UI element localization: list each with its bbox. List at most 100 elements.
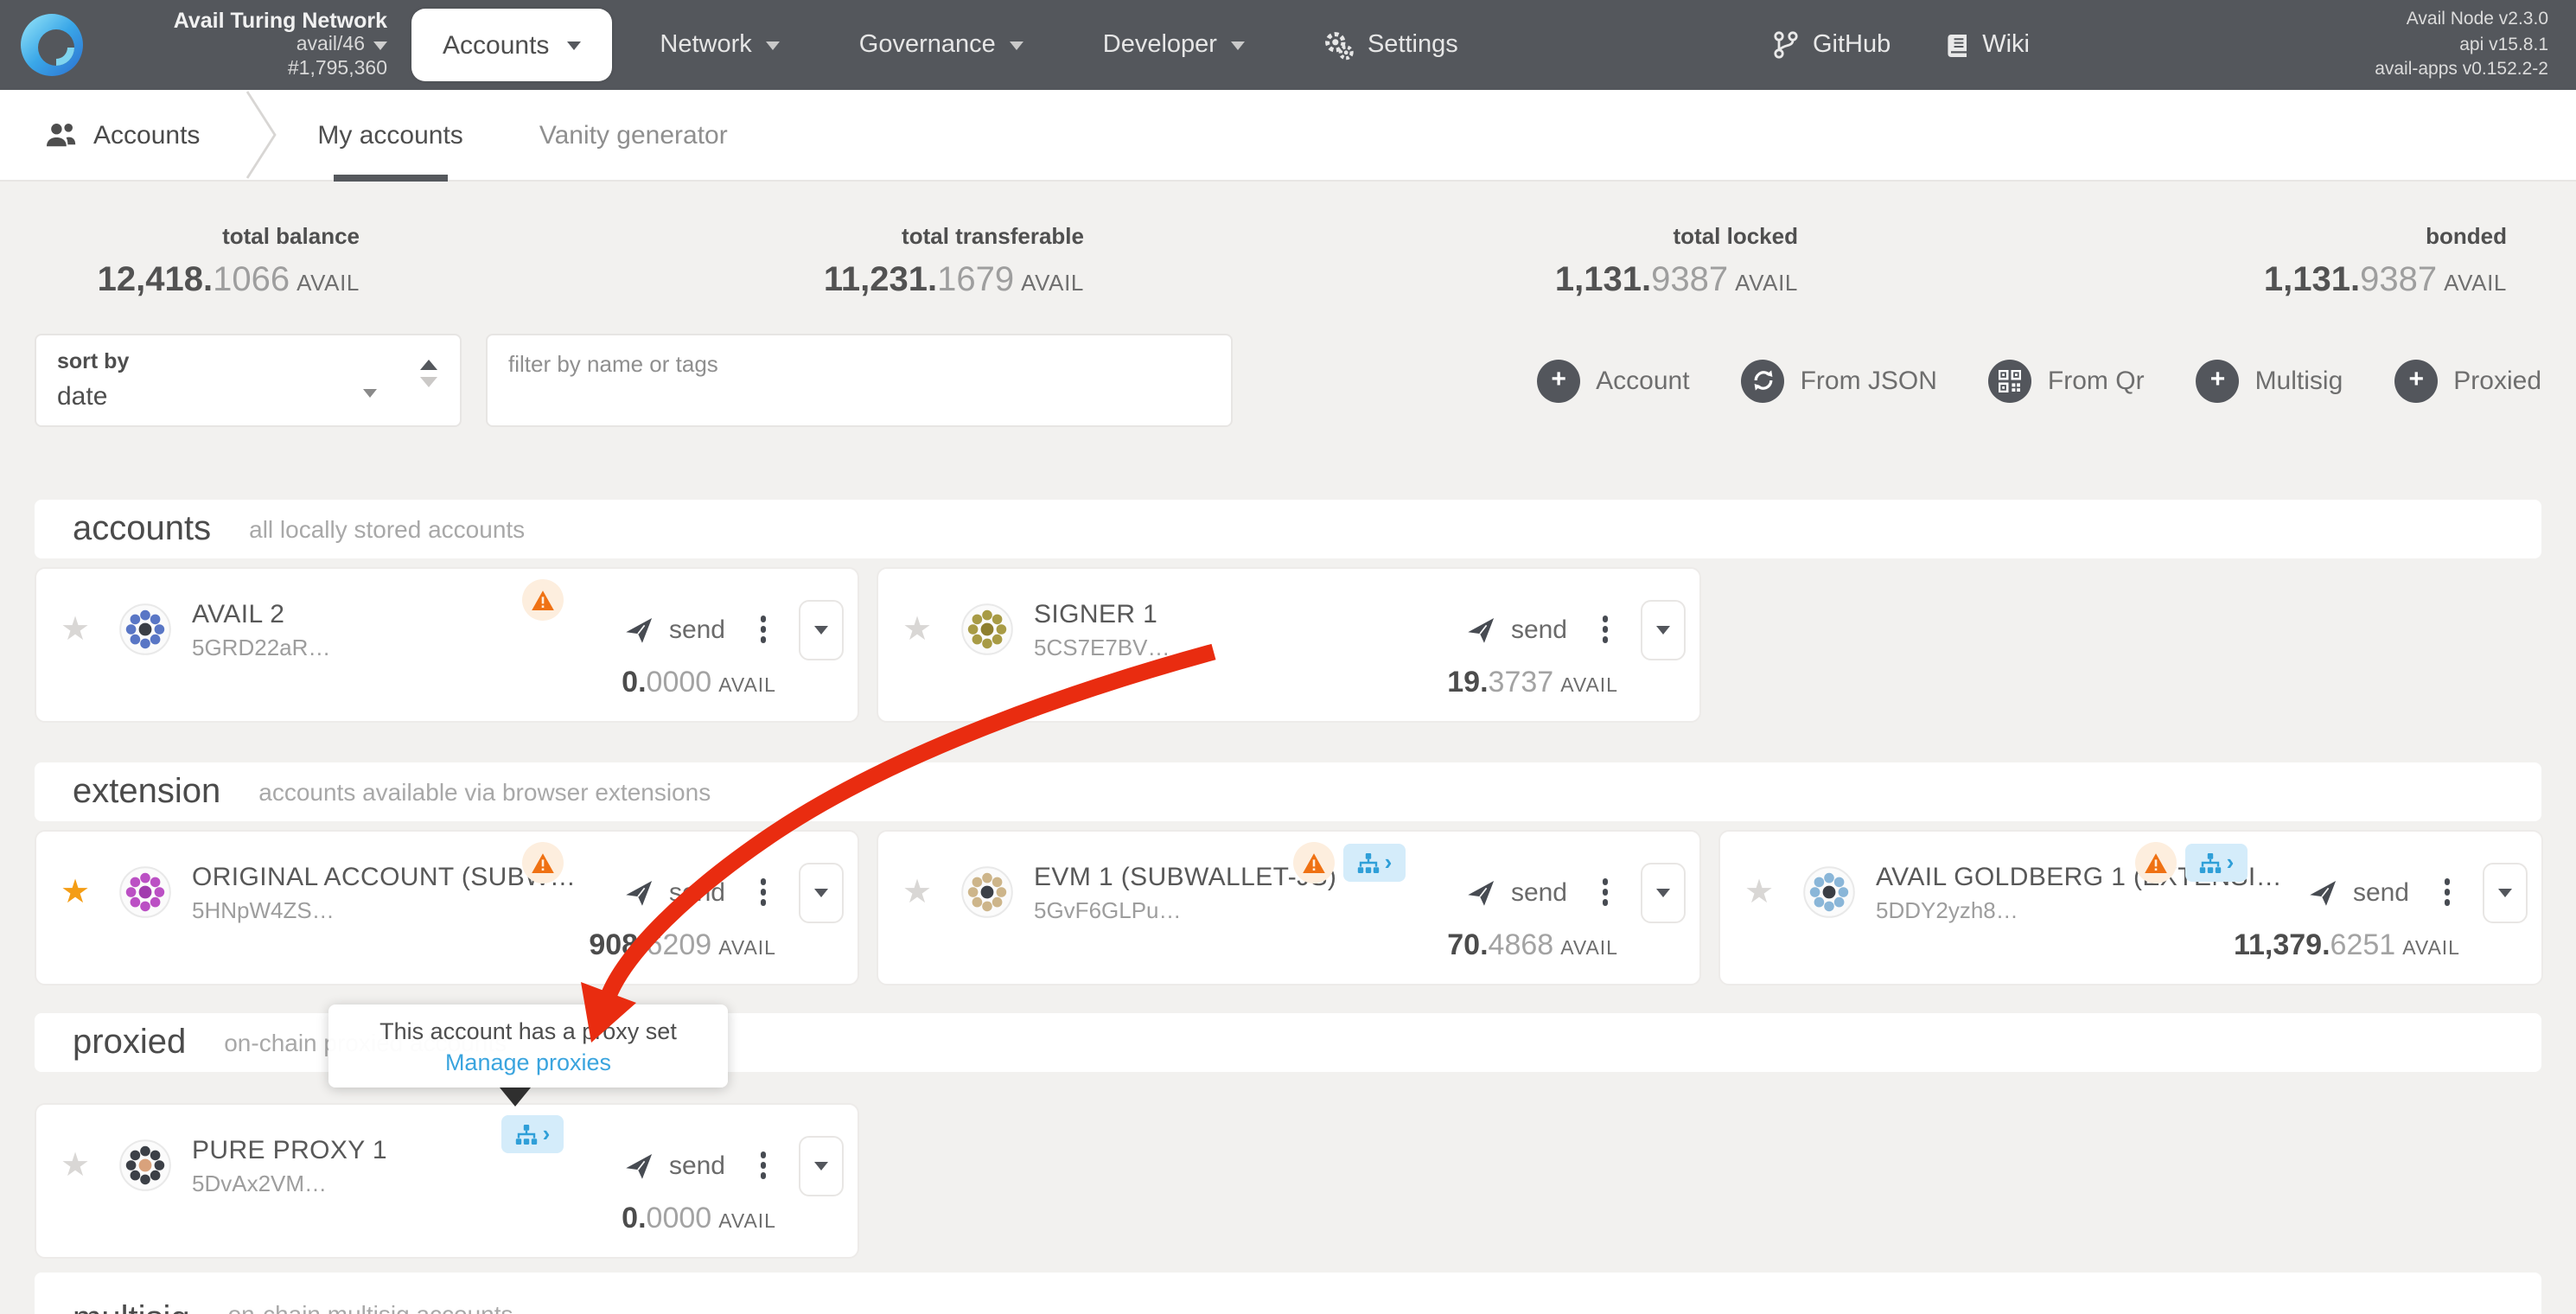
proxy-badge[interactable]: › xyxy=(501,1115,564,1153)
action-button[interactable]: + xyxy=(1989,359,2145,402)
tab[interactable]: My accounts xyxy=(317,90,462,180)
account-identicon[interactable] xyxy=(961,603,1013,655)
wiki-link[interactable]: Wiki xyxy=(1946,31,2030,59)
github-link[interactable]: GitHub xyxy=(1775,31,1891,59)
favorite-star-icon[interactable]: ★ xyxy=(902,876,944,909)
action-icon-circle: + xyxy=(1537,359,1580,402)
more-menu-button[interactable] xyxy=(755,874,771,911)
account-identicon[interactable] xyxy=(961,866,1013,918)
account-card-toprow: ★ AVAIL 2 5GRD22aR… send xyxy=(36,569,858,669)
nav-item[interactable]: Developer xyxy=(1103,31,1245,59)
section-header: accounts all locally stored accounts xyxy=(35,500,2541,558)
send-label: send xyxy=(1511,877,1567,907)
favorite-star-icon[interactable]: ★ xyxy=(1744,876,1786,909)
filter-field xyxy=(486,334,1233,427)
account-name: EVM 1 (SUBWALLET-JS) xyxy=(1034,862,1336,891)
account-name: ORIGINAL ACCOUNT (SUBW… xyxy=(192,862,576,891)
sort-direction-toggle[interactable] xyxy=(420,360,437,387)
paper-plane-icon xyxy=(2308,877,2337,907)
account-card-toprow: ★ ORIGINAL ACCOUNT (SUBW… 5HNpW4ZS… send xyxy=(36,832,858,932)
active-menu-label: Accounts xyxy=(443,30,549,60)
expand-details-button[interactable] xyxy=(2483,862,2528,922)
favorite-star-icon[interactable]: ★ xyxy=(61,613,102,646)
account-balance: 0.0000AVAIL xyxy=(622,666,776,700)
send-button[interactable]: send xyxy=(1466,877,1567,907)
warning-badge[interactable] xyxy=(522,579,564,621)
breadcrumb-accounts[interactable]: Accounts xyxy=(45,120,200,150)
action-button[interactable]: + xyxy=(2197,359,2343,402)
plus-icon: + xyxy=(2210,367,2226,392)
expand-details-button[interactable] xyxy=(1641,599,1686,660)
send-button[interactable]: send xyxy=(1466,615,1567,644)
send-button[interactable]: send xyxy=(624,615,725,644)
account-address: 5DDY2yzh8… xyxy=(1876,896,2282,922)
action-button[interactable]: + xyxy=(1742,359,1937,402)
nav-item[interactable]: Network xyxy=(660,31,779,59)
account-address: 5HNpW4ZS… xyxy=(192,896,576,922)
paper-plane-icon xyxy=(1466,877,1495,907)
expand-details-button[interactable] xyxy=(1641,862,1686,922)
favorite-star-icon[interactable]: ★ xyxy=(61,1149,102,1182)
account-section: extension accounts available via browser… xyxy=(35,762,2541,986)
chevron-down-icon xyxy=(814,888,828,896)
account-section: accounts all locally stored accounts ★ A… xyxy=(35,500,2541,723)
account-name: SIGNER 1 xyxy=(1034,599,1170,628)
account-balance: 0.0000AVAIL xyxy=(622,1202,776,1236)
more-menu-button[interactable] xyxy=(755,1147,771,1184)
more-menu-button[interactable] xyxy=(1597,611,1613,648)
more-menu-button[interactable] xyxy=(2439,874,2455,911)
version-line: Avail Node v2.3.0 xyxy=(2289,7,2548,32)
account-identicon[interactable] xyxy=(119,1139,171,1191)
chevron-down-icon xyxy=(1656,888,1670,896)
send-button[interactable]: send xyxy=(2308,877,2409,907)
account-name: AVAIL 2 xyxy=(192,599,330,628)
account-info: ORIGINAL ACCOUNT (SUBW… 5HNpW4ZS… xyxy=(192,862,576,922)
sort-value: date xyxy=(57,382,439,411)
manage-proxies-link[interactable]: Manage proxies xyxy=(339,1049,717,1075)
section-cards: ★ AVAIL 2 5GRD22aR… send xyxy=(35,567,2541,723)
warning-badge[interactable] xyxy=(1293,842,1335,883)
section-cards: ★ PURE PROXY 1 5DvAx2VM… send xyxy=(35,1103,2541,1259)
more-menu-button[interactable] xyxy=(755,611,771,648)
action-button[interactable]: + xyxy=(1537,359,1689,402)
expand-details-button[interactable] xyxy=(799,862,844,922)
nav-item[interactable]: Governance xyxy=(859,31,1023,59)
section-title: extension xyxy=(73,772,220,812)
sort-dropdown[interactable]: sort by date xyxy=(35,334,462,427)
avail-logo-icon xyxy=(19,12,85,78)
nav-item-label: Developer xyxy=(1103,31,1217,59)
expand-details-button[interactable] xyxy=(799,1135,844,1196)
breadcrumb-chevron-icon xyxy=(245,90,280,180)
network-name: Avail Turing Network xyxy=(97,8,387,34)
avail-logo[interactable] xyxy=(17,10,86,80)
menu-accounts-active[interactable]: Accounts xyxy=(411,9,611,81)
favorite-star-icon[interactable]: ★ xyxy=(902,613,944,646)
action-label: Account xyxy=(1596,366,1689,395)
favorite-star-icon[interactable]: ★ xyxy=(61,876,102,909)
proxy-badge[interactable]: › xyxy=(2185,844,2248,882)
account-identicon[interactable] xyxy=(1803,866,1855,918)
tab[interactable]: Vanity generator xyxy=(539,90,728,180)
more-menu-button[interactable] xyxy=(1597,874,1613,911)
account-info: SIGNER 1 5CS7E7BV… xyxy=(1034,599,1170,660)
action-icon-circle: + xyxy=(1742,359,1785,402)
wiki-label: Wiki xyxy=(1982,31,2030,59)
expand-details-button[interactable] xyxy=(799,599,844,660)
send-button[interactable]: send xyxy=(624,877,725,907)
chevron-down-icon xyxy=(1231,41,1245,49)
tab-label: My accounts xyxy=(317,120,462,150)
send-button[interactable]: send xyxy=(624,1151,725,1180)
network-selector[interactable]: Avail Turing Network avail/46 #1,795,360 xyxy=(97,8,387,81)
action-button[interactable]: + xyxy=(2394,359,2541,402)
proxy-badge[interactable]: › xyxy=(1343,844,1406,882)
nav-item-label: Governance xyxy=(859,31,996,59)
warning-badge[interactable] xyxy=(2135,842,2177,883)
git-branch-icon xyxy=(1775,31,1799,59)
filter-input[interactable] xyxy=(488,335,1231,392)
sort-desc-icon xyxy=(420,377,437,387)
warning-badge[interactable] xyxy=(522,842,564,883)
account-balance: 70.4868AVAIL xyxy=(1447,928,1618,963)
nav-item-settings[interactable]: Settings xyxy=(1324,30,1458,60)
account-identicon[interactable] xyxy=(119,866,171,918)
account-identicon[interactable] xyxy=(119,603,171,655)
